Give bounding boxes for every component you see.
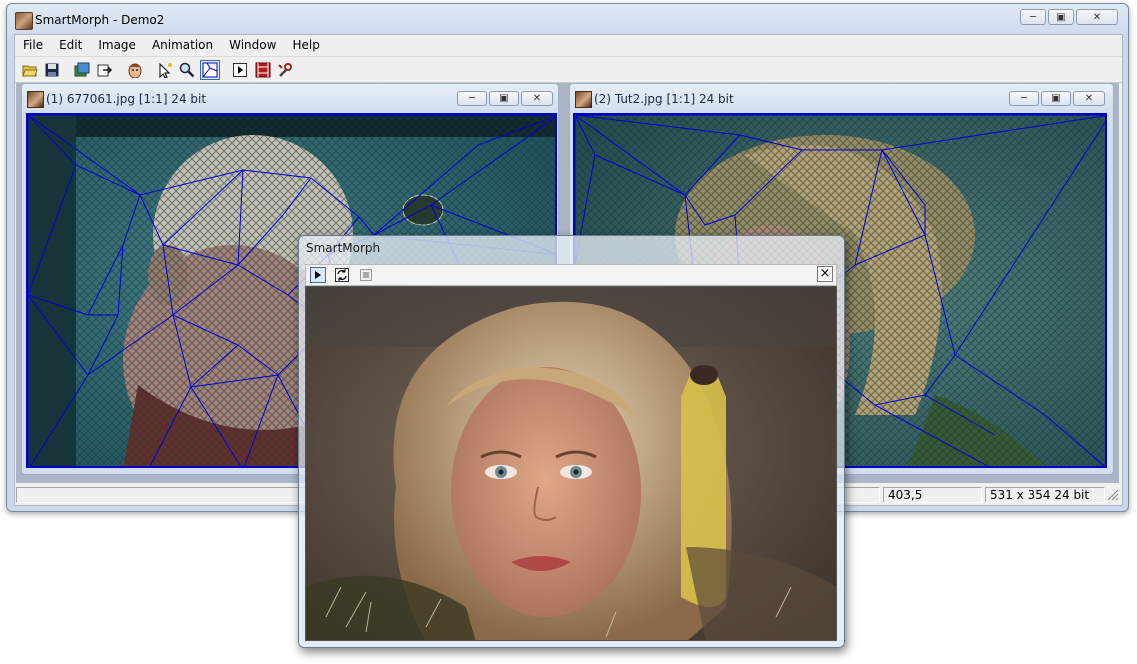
image-icon	[27, 91, 44, 108]
zoom-button[interactable]	[177, 60, 197, 80]
main-titlebar[interactable]: SmartMorph - Demo2 ─ ▣ ✕	[7, 4, 1128, 34]
open-icon	[22, 65, 38, 77]
play-icon	[315, 271, 321, 279]
maximize-button[interactable]: ▣	[1048, 9, 1074, 25]
settings-button[interactable]	[275, 60, 295, 80]
maximize-icon: ▣	[1051, 93, 1061, 104]
load-images-button[interactable]	[72, 60, 92, 80]
minimize-button[interactable]: ─	[1020, 9, 1046, 25]
window-title: SmartMorph - Demo2	[35, 13, 165, 27]
load-images-icon	[74, 62, 90, 77]
mesh-tool-button[interactable]	[200, 60, 220, 80]
maximize-icon: ▣	[1056, 11, 1066, 23]
morph-preview-image	[305, 286, 837, 641]
export-icon	[97, 64, 113, 77]
child-maximize-button[interactable]: ▣	[1041, 91, 1071, 106]
zoom-icon	[179, 62, 195, 78]
dialog-toolbar: ×	[305, 264, 837, 286]
close-icon: ✕	[1084, 93, 1094, 104]
minimize-icon: ─	[468, 93, 476, 104]
pick-point-button[interactable]	[155, 60, 175, 80]
morph-preview-picture	[306, 287, 836, 640]
face-icon	[128, 63, 142, 78]
status-coords: 403,5	[883, 487, 982, 503]
frames-button[interactable]	[253, 60, 273, 80]
settings-icon	[278, 63, 292, 77]
maximize-icon: ▣	[499, 93, 509, 104]
close-button[interactable]: ✕	[1076, 9, 1118, 25]
child-close-button[interactable]: ✕	[1073, 91, 1105, 106]
menu-image[interactable]: Image	[90, 35, 144, 56]
status-dimensions: 531 x 354 24 bit	[985, 487, 1105, 503]
mesh-tool-icon	[202, 62, 218, 78]
loop-icon	[335, 268, 349, 282]
resize-grip-icon[interactable]	[1107, 489, 1119, 501]
preview-dialog[interactable]: SmartMorph ×	[298, 235, 845, 648]
menu-bar: File Edit Image Animation Window Help	[15, 35, 1122, 57]
frames-icon	[255, 62, 271, 78]
play-button[interactable]	[230, 60, 250, 80]
open-button[interactable]	[20, 60, 40, 80]
minimize-icon: ─	[1029, 11, 1037, 23]
stop-icon	[360, 269, 372, 281]
toolbar	[15, 57, 1122, 83]
menu-window[interactable]: Window	[221, 35, 284, 56]
save-icon	[45, 63, 59, 77]
face-button[interactable]	[125, 60, 145, 80]
play-icon	[233, 63, 247, 77]
minimize-icon: ─	[1020, 93, 1028, 104]
close-icon: ✕	[532, 93, 542, 104]
image-window-title: (2) Tut2.jpg [1:1] 24 bit	[594, 92, 734, 106]
menu-help[interactable]: Help	[284, 35, 327, 56]
child-minimize-button[interactable]: ─	[1009, 91, 1039, 106]
smartmorph-app-icon	[15, 12, 33, 30]
save-button[interactable]	[42, 60, 62, 80]
dialog-close-button[interactable]: ×	[817, 266, 833, 282]
dialog-stop-button[interactable]	[358, 267, 374, 283]
image-window-title: (1) 677061.jpg [1:1] 24 bit	[46, 92, 207, 106]
close-icon: ✕	[1092, 11, 1102, 23]
export-button[interactable]	[95, 60, 115, 80]
child-maximize-button[interactable]: ▣	[489, 91, 519, 106]
image-icon	[575, 91, 592, 108]
menu-edit[interactable]: Edit	[51, 35, 90, 56]
menu-animation[interactable]: Animation	[144, 35, 221, 56]
child-minimize-button[interactable]: ─	[457, 91, 487, 106]
child-close-button[interactable]: ✕	[521, 91, 553, 106]
dialog-play-button[interactable]	[310, 267, 326, 283]
dialog-loop-button[interactable]	[334, 267, 350, 283]
menu-file[interactable]: File	[15, 35, 51, 56]
pick-point-icon	[159, 62, 172, 78]
dialog-title: SmartMorph	[306, 241, 381, 255]
